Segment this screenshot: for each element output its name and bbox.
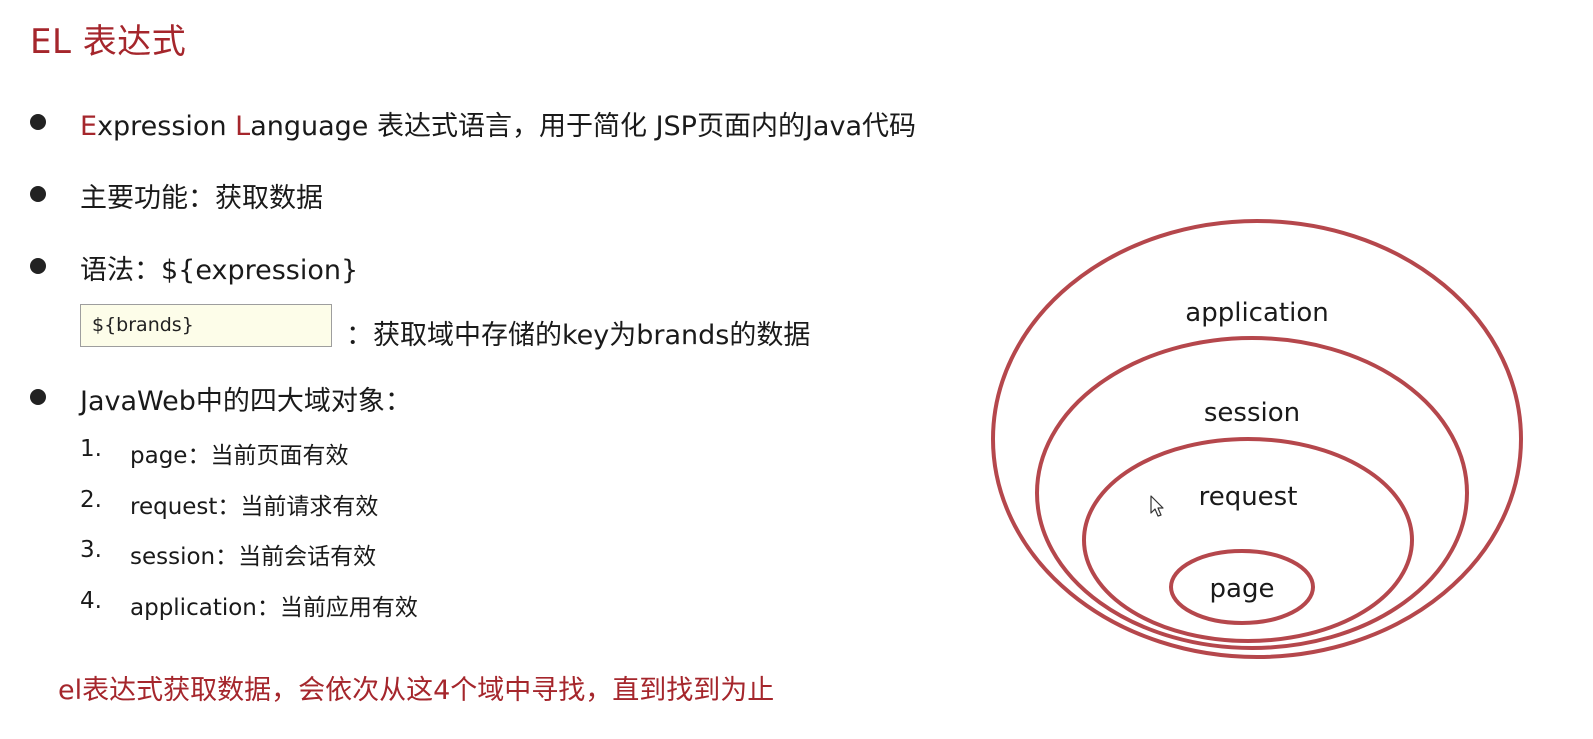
application-label: application bbox=[1185, 298, 1328, 328]
request-scope-ellipse bbox=[1082, 437, 1414, 643]
session-label: session bbox=[1204, 398, 1300, 428]
scope-nesting-diagram: application session request page bbox=[991, 219, 1523, 659]
request-label: request bbox=[1199, 482, 1298, 512]
page-label: page bbox=[1210, 574, 1275, 604]
cursor-icon bbox=[1150, 495, 1164, 517]
